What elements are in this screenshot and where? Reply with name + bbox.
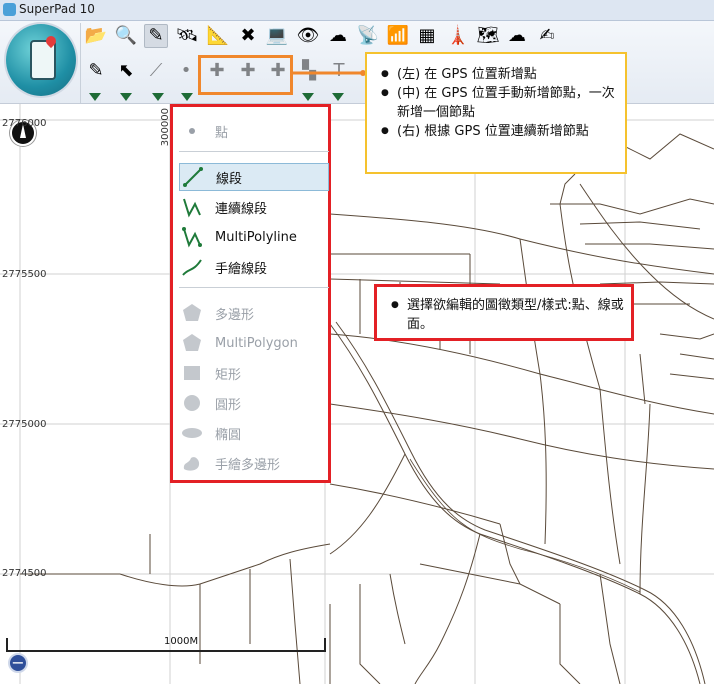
grid-map-icon[interactable]: ▦ bbox=[415, 24, 439, 48]
menu-item-ellipse: 橢圓 bbox=[179, 419, 329, 447]
y-coordinate-label: 2774500 bbox=[2, 568, 47, 579]
app-logo[interactable] bbox=[6, 24, 76, 96]
callout-item: (左) 在 GPS 位置新增點 bbox=[377, 65, 621, 84]
open-folder-icon[interactable]: 📂 bbox=[84, 24, 108, 48]
search-icon[interactable]: 🔍 bbox=[114, 24, 138, 48]
menu-separator bbox=[179, 151, 329, 152]
menu-item-multipolyline[interactable]: MultiPolyline bbox=[179, 223, 329, 251]
menu-item-label: 矩形 bbox=[215, 367, 242, 383]
menu-item-label: 多邊形 bbox=[215, 307, 255, 323]
dropdown-arrow-icon[interactable] bbox=[181, 93, 193, 101]
menu-item-label: 線段 bbox=[216, 171, 243, 187]
y-coordinate-label: 2775500 bbox=[2, 269, 47, 280]
edit-line-pen-icon[interactable]: ✎ bbox=[84, 59, 108, 83]
signature-pen-icon[interactable]: ✍ bbox=[535, 24, 559, 48]
node-edit-icon[interactable]: ⟋ bbox=[144, 59, 168, 83]
edit-pen-icon[interactable]: ✎ bbox=[144, 24, 168, 48]
road-network bbox=[0, 104, 714, 684]
freehand-line-icon bbox=[179, 256, 205, 278]
zoom-out-button[interactable]: − bbox=[8, 653, 28, 673]
rectangle-icon bbox=[179, 362, 205, 384]
menu-item-label: 連續線段 bbox=[215, 201, 268, 217]
scale-bar: 1000M bbox=[6, 630, 326, 652]
menu-item-label: MultiPolyline bbox=[215, 229, 297, 245]
callout-item: (中) 在 GPS 位置手動新增節點，一次新增一個節點 bbox=[377, 84, 621, 122]
cloud-sync-icon[interactable]: ☁ bbox=[326, 24, 350, 48]
ellipse-icon bbox=[179, 422, 205, 444]
menu-item-label: 手繪多邊形 bbox=[215, 457, 281, 473]
dropdown-arrow-icon[interactable] bbox=[332, 93, 344, 101]
laptop-icon[interactable]: 💻 bbox=[265, 24, 289, 48]
dropdown-arrow-icon[interactable] bbox=[89, 93, 101, 101]
polyline-icon bbox=[179, 196, 205, 218]
menu-item-circle: 圓形 bbox=[179, 389, 329, 417]
toolbar-separator bbox=[80, 23, 81, 103]
callout-item: 選擇欲編輯的圖徵類型/樣式:點、線或面。 bbox=[387, 296, 627, 334]
app-icon bbox=[3, 3, 16, 16]
polygon-icon bbox=[179, 302, 205, 324]
menu-separator bbox=[179, 287, 329, 288]
menu-item-line-segment[interactable]: 線段 bbox=[179, 163, 329, 191]
feature-type-menu: 點線段連續線段 MultiPolyline 手繪線段多邊形 MultiPolygon 矩… bbox=[170, 104, 331, 483]
dropdown-arrow-icon[interactable] bbox=[120, 93, 132, 101]
menu-item-freehand-polygon: 手繪多邊形 bbox=[179, 449, 329, 477]
dropdown-arrow-icon[interactable] bbox=[302, 93, 314, 101]
menu-item-label: MultiPolygon bbox=[215, 335, 298, 351]
menu-item-freehand-line[interactable]: 手繪線段 bbox=[179, 253, 329, 281]
menu-item-label: 圓形 bbox=[215, 397, 242, 413]
tools-icon[interactable]: ✖ bbox=[236, 24, 260, 48]
window-title: SuperPad 10 bbox=[19, 2, 95, 16]
point-icon[interactable]: • bbox=[174, 59, 198, 83]
freehand-polygon-icon bbox=[179, 452, 205, 474]
callout-connector bbox=[293, 70, 366, 76]
y-coordinate-label: 2776000 bbox=[2, 118, 47, 129]
menu-item-label: 手繪線段 bbox=[215, 261, 268, 277]
menu-item-point: 點 bbox=[179, 117, 329, 145]
menu-item-multipolygon: MultiPolygon bbox=[179, 329, 329, 357]
point-icon bbox=[179, 120, 205, 142]
select-arrow-icon[interactable]: ⬉ bbox=[114, 59, 138, 83]
cloud-icon[interactable]: ☁ bbox=[505, 24, 529, 48]
callout-item: (右) 根據 GPS 位置連續新增節點 bbox=[377, 122, 621, 141]
menu-item-label: 點 bbox=[215, 125, 229, 141]
feature-type-callout: 選擇欲編輯的圖徵類型/樣式:點、線或面。 bbox=[374, 284, 634, 341]
gps-tools-highlight bbox=[198, 55, 293, 95]
tower-icon[interactable]: 🗼 bbox=[446, 24, 470, 48]
map-canvas[interactable]: 2776000 2775500 2775000 2774500 300000 1… bbox=[0, 104, 714, 684]
menu-item-label: 橢圓 bbox=[215, 427, 242, 443]
dropdown-arrow-icon[interactable] bbox=[152, 93, 164, 101]
multipolygon-icon bbox=[179, 332, 205, 354]
title-bar: SuperPad 10 bbox=[0, 0, 714, 21]
line-segment-icon bbox=[180, 166, 206, 188]
menu-item-rectangle: 矩形 bbox=[179, 359, 329, 387]
multipolyline-icon bbox=[179, 226, 205, 248]
map-card-icon[interactable]: 🗺 bbox=[476, 24, 500, 48]
y-coordinate-label: 2775000 bbox=[2, 419, 47, 430]
measure-icon[interactable]: 📐 bbox=[206, 24, 230, 48]
menu-item-polyline[interactable]: 連續線段 bbox=[179, 193, 329, 221]
menu-item-polygon: 多邊形 bbox=[179, 299, 329, 327]
scale-label: 1000M bbox=[164, 636, 199, 647]
gps-receiver-icon[interactable]: 📡 bbox=[356, 24, 380, 48]
signal-icon[interactable]: 📶 bbox=[386, 24, 410, 48]
gps-tools-callout: (左) 在 GPS 位置新增點 (中) 在 GPS 位置手動新增節點，一次新增一… bbox=[365, 52, 627, 174]
layer-eye-icon[interactable]: 👁 bbox=[296, 24, 320, 48]
circle-icon bbox=[179, 392, 205, 414]
satellite-icon[interactable]: 🛰 bbox=[175, 24, 199, 48]
